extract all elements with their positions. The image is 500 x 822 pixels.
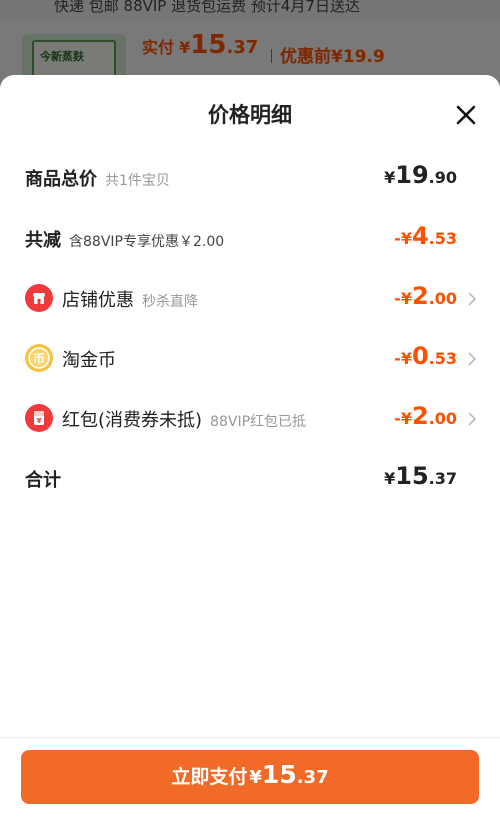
chevron-right-icon: [467, 351, 477, 366]
row-amount: -¥2.00: [394, 402, 457, 430]
row-sublabel: 秒杀直降: [142, 294, 198, 310]
row-sublabel: 含88VIP专享优惠￥2.00: [69, 234, 225, 250]
row-amount: ¥19.90: [384, 161, 457, 189]
row-label: 店铺优惠 秒杀直降: [62, 290, 198, 311]
coin-icon: 币: [25, 344, 53, 372]
row-amount: -¥0.53: [394, 342, 457, 370]
row-label: 合计: [25, 470, 61, 491]
store-icon: [25, 284, 53, 312]
svg-text:币: 币: [33, 352, 45, 366]
row-red-packet[interactable]: ¥ 红包(消费券未抵) 88VIP红包已抵 -¥2.00: [0, 396, 500, 440]
row-total-discount: 共减 含88VIP专享优惠￥2.00 -¥4.53: [0, 216, 500, 260]
pay-button-label: 立即支付: [171, 766, 248, 788]
row-grand-total: 合计 ¥15.37: [0, 456, 500, 500]
row-store-discount[interactable]: 店铺优惠 秒杀直降 -¥2.00: [0, 276, 500, 320]
row-amount: -¥2.00: [394, 282, 457, 310]
row-label: 红包(消费券未抵) 88VIP红包已抵: [62, 410, 307, 431]
row-sublabel: 88VIP红包已抵: [210, 414, 307, 430]
price-detail-sheet: 价格明细 商品总价 共1件宝贝 ¥19.90 共减 含88VIP专享优惠￥2.00 …: [0, 75, 500, 822]
row-amount: ¥15.37: [384, 462, 457, 490]
red-packet-icon: ¥: [25, 404, 53, 432]
row-sublabel: 共1件宝贝: [105, 173, 170, 189]
pay-button-int: 15: [261, 760, 297, 789]
chevron-right-icon: [467, 411, 477, 426]
row-goods-total: 商品总价 共1件宝贝 ¥19.90: [0, 155, 500, 199]
sheet-title: 价格明细: [208, 103, 292, 127]
pay-now-button[interactable]: 立即支付 ¥ 15 .37: [21, 750, 479, 804]
row-label: 共减 含88VIP专享优惠￥2.00: [25, 230, 225, 251]
row-label: 淘金币: [62, 350, 116, 371]
row-label: 商品总价 共1件宝贝: [25, 169, 170, 190]
close-icon[interactable]: [454, 103, 478, 127]
row-amount: -¥4.53: [394, 222, 457, 250]
svg-text:¥: ¥: [37, 417, 42, 425]
row-taojinbi[interactable]: 币 淘金币 -¥0.53: [0, 336, 500, 380]
pay-button-currency: ¥: [249, 767, 262, 788]
sheet-footer: 立即支付 ¥ 15 .37: [0, 737, 500, 822]
chevron-right-icon: [467, 291, 477, 306]
pay-button-dec: .37: [296, 767, 329, 788]
